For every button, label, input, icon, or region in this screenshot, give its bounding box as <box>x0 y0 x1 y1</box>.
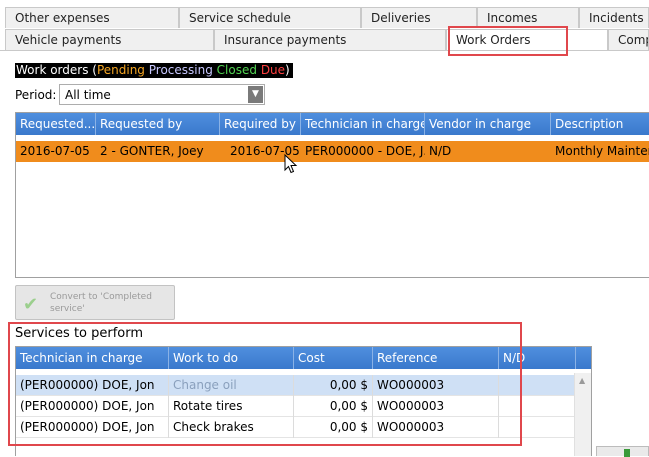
tab-divider <box>0 50 649 51</box>
cell-reference: WO000003 <box>373 375 499 396</box>
cell-cost[interactable]: 0,00 $ <box>294 375 373 396</box>
legend-prefix: Work orders ( <box>16 63 97 77</box>
tab-service-schedule[interactable]: Service schedule <box>179 7 361 28</box>
cell-svc-technician: (PER000000) DOE, Jon <box>16 396 169 417</box>
column-header-technician[interactable]: Technician in charge <box>301 113 425 135</box>
column-header-spacer <box>576 347 591 369</box>
service-row[interactable]: (PER000000) DOE, Jon Check brakes 0,00 $… <box>16 417 576 438</box>
tab-incidents[interactable]: Incidents <box>579 7 649 28</box>
services-title: Services to perform <box>15 326 144 341</box>
column-header-required-by[interactable]: Required by <box>220 113 301 135</box>
tab-vehicle-payments[interactable]: Vehicle payments <box>5 29 214 50</box>
convert-to-completed-service-button[interactable]: ✔ Convert to 'Completed service' <box>15 285 175 320</box>
legend-suffix: ) <box>285 63 290 77</box>
cell-work-to-do[interactable]: Change oil <box>169 375 294 396</box>
cell-cost[interactable]: 0,00 $ <box>294 417 373 438</box>
period-select[interactable]: All time ▼ <box>59 84 265 105</box>
column-header-work-to-do[interactable]: Work to do <box>169 347 294 369</box>
column-header-svc-technician[interactable]: Technician in charge <box>16 347 169 369</box>
column-header-nd[interactable]: N/D <box>499 347 576 369</box>
period-value: All time <box>65 88 111 102</box>
cell-description: Monthly Maintena <box>555 144 649 158</box>
services-scrollbar[interactable]: ▲ <box>574 373 591 456</box>
cell-cost[interactable]: 0,00 $ <box>294 396 373 417</box>
tab-incomes[interactable]: Incomes <box>477 7 579 28</box>
column-header-description[interactable]: Description <box>551 113 649 135</box>
status-legend: Work orders (Pending Processing Closed D… <box>15 63 293 78</box>
legend-due: Due <box>260 63 286 77</box>
tab-row-top: Other expenses Service schedule Deliveri… <box>0 7 649 28</box>
period-label: Period: <box>15 88 57 102</box>
column-header-requested-by[interactable]: Requested by <box>96 113 220 135</box>
cell-work-to-do[interactable]: Check brakes <box>169 417 294 438</box>
tab-other-expenses[interactable]: Other expenses <box>5 7 179 28</box>
cell-requested-by: 2 - GONTER, Joey <box>100 144 204 158</box>
dropdown-arrow-icon[interactable]: ▼ <box>248 86 263 103</box>
tab-work-orders[interactable]: Work Orders <box>446 29 608 51</box>
work-orders-grid: Requested... Requested by Required by Te… <box>15 112 649 278</box>
tab-deliveries[interactable]: Deliveries <box>361 7 477 28</box>
tab-row-bottom: Vehicle payments Insurance payments Work… <box>0 29 649 51</box>
column-header-reference[interactable]: Reference <box>373 347 499 369</box>
cell-work-to-do[interactable]: Rotate tires <box>169 396 294 417</box>
tab-comp[interactable]: Comp <box>608 29 649 50</box>
add-service-button[interactable] <box>596 446 649 457</box>
cell-svc-technician: (PER000000) DOE, Jon <box>16 375 169 396</box>
service-row[interactable]: (PER000000) DOE, Jon Rotate tires 0,00 $… <box>16 396 576 417</box>
checkmark-icon: ✔ <box>23 294 39 315</box>
legend-pending: Pending <box>96 63 145 77</box>
legend-processing: Processing <box>148 63 213 77</box>
cell-requested: 2016-07-05 <box>20 144 90 158</box>
cell-reference: WO000003 <box>373 417 499 438</box>
legend-closed: Closed <box>216 63 257 77</box>
cell-technician: PER000000 - DOE, J... <box>305 144 425 158</box>
scroll-up-arrow-icon[interactable]: ▲ <box>579 376 585 385</box>
services-grid: Technician in charge Work to do Cost Ref… <box>15 346 592 456</box>
convert-button-label: Convert to 'Completed service' <box>50 292 152 314</box>
column-header-cost[interactable]: Cost <box>294 347 373 369</box>
column-header-requested[interactable]: Requested... <box>16 113 96 135</box>
work-order-row[interactable]: 2016-07-05 2 - GONTER, Joey 2016-07-05 P… <box>16 141 649 162</box>
cell-reference: WO000003 <box>373 396 499 417</box>
tab-insurance-payments[interactable]: Insurance payments <box>214 29 446 50</box>
mouse-cursor-icon <box>284 154 298 174</box>
cell-vendor: N/D <box>429 144 452 158</box>
column-header-vendor[interactable]: Vendor in charge <box>425 113 551 135</box>
cell-svc-technician: (PER000000) DOE, Jon <box>16 417 169 438</box>
service-row[interactable]: (PER000000) DOE, Jon Change oil 0,00 $ W… <box>16 375 576 396</box>
